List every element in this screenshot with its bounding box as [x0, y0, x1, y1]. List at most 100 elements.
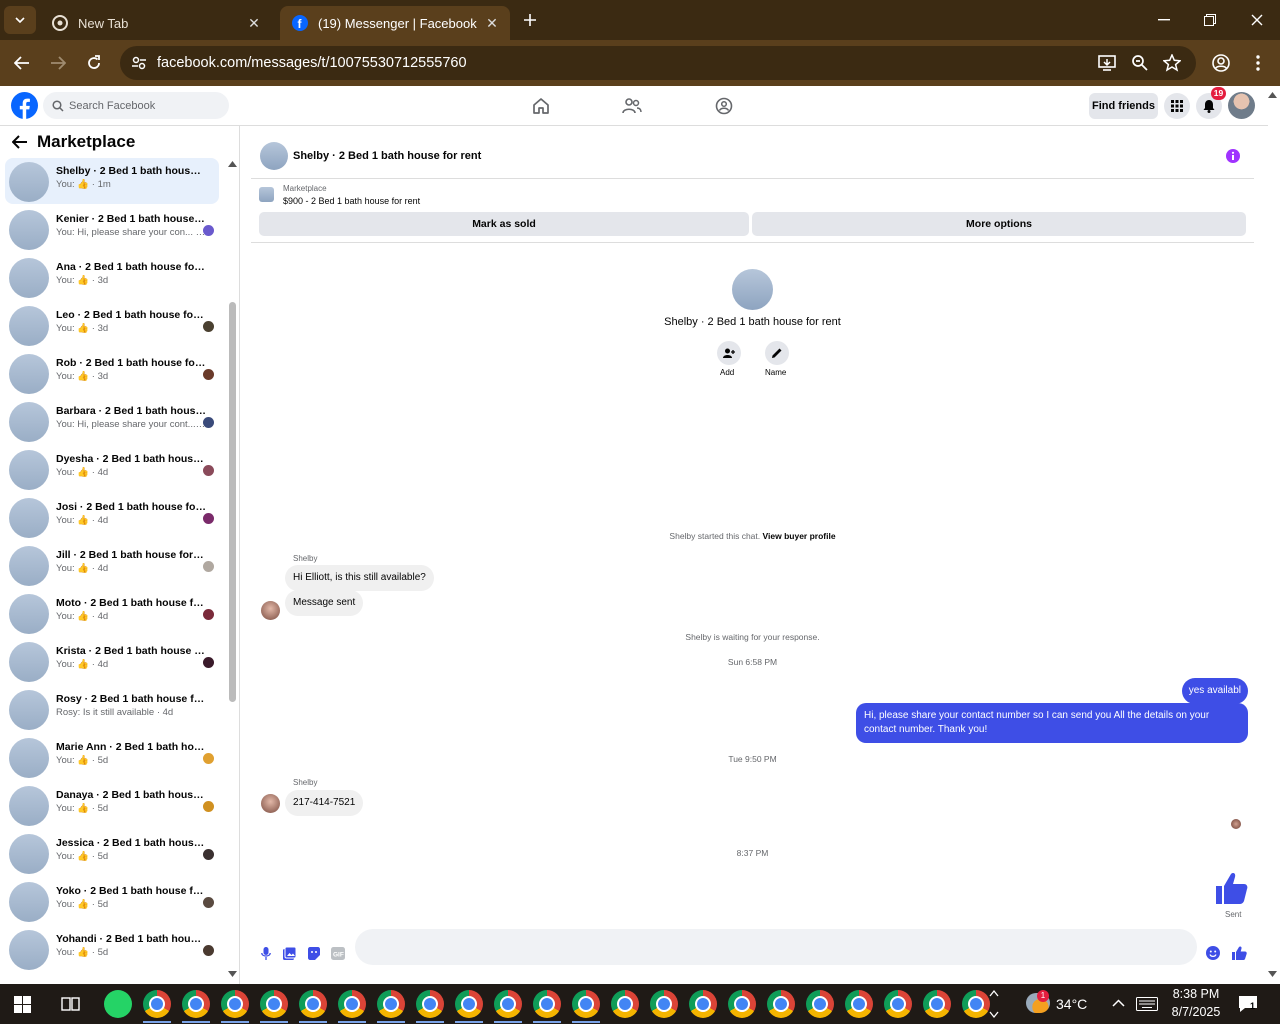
view-buyer-profile-link[interactable]: View buyer profile	[763, 531, 836, 541]
outgoing-message[interactable]: yes availabl	[1181, 678, 1248, 704]
chrome-profile-icon[interactable]	[221, 990, 249, 1018]
sender-avatar[interactable]	[261, 794, 280, 813]
gif-icon[interactable]: GIF	[331, 947, 345, 960]
site-settings-icon[interactable]	[131, 55, 147, 71]
chrome-profile-icon[interactable]	[845, 990, 873, 1018]
profile-avatar[interactable]	[732, 269, 773, 310]
friends-icon[interactable]	[622, 97, 642, 115]
scroll-down-icon[interactable]	[228, 971, 237, 977]
microphone-icon[interactable]	[261, 947, 271, 960]
outgoing-message[interactable]: Hi, please share your contact number so …	[856, 703, 1248, 743]
back-arrow-icon[interactable]	[12, 135, 28, 149]
keyboard-icon[interactable]	[1136, 997, 1158, 1011]
chrome-profile-icon[interactable]	[416, 990, 444, 1018]
groups-icon[interactable]	[715, 97, 733, 115]
browser-menu-button[interactable]	[1240, 45, 1276, 81]
new-tab-button[interactable]	[512, 0, 548, 40]
chrome-profile-icon[interactable]	[299, 990, 327, 1018]
chrome-profile-icon[interactable]	[767, 990, 795, 1018]
tab-messenger[interactable]: f (19) Messenger | Facebook ✕	[280, 6, 510, 40]
chrome-profile-icon[interactable]	[182, 990, 210, 1018]
bookmark-star-icon[interactable]	[1163, 54, 1181, 72]
search-input[interactable]: Search Facebook	[43, 92, 229, 119]
facebook-logo-icon[interactable]	[11, 92, 38, 119]
photo-icon[interactable]	[283, 947, 296, 960]
chrome-profile-icon[interactable]	[143, 990, 171, 1018]
chrome-profile-icon[interactable]	[377, 990, 405, 1018]
chrome-profile-icon[interactable]	[260, 990, 288, 1018]
add-people-button[interactable]	[717, 341, 741, 365]
conversation-item[interactable]: Barbara · 2 Bed 1 bath house for rent You…	[5, 398, 219, 444]
conversation-item[interactable]: Shelby · 2 Bed 1 bath house for rent You:…	[5, 158, 219, 204]
page-scroll-down-icon[interactable]	[1268, 971, 1277, 977]
conversation-item[interactable]: Kenier · 2 Bed 1 bath house for rent You:…	[5, 206, 219, 252]
chrome-profile-icon[interactable]	[494, 990, 522, 1018]
conversation-item[interactable]: Dyesha · 2 Bed 1 bath house for rent You:…	[5, 446, 219, 492]
zoom-icon[interactable]	[1131, 54, 1149, 72]
more-options-button[interactable]: More options	[752, 212, 1246, 236]
sender-avatar[interactable]	[261, 601, 280, 620]
info-icon[interactable]	[1226, 149, 1240, 163]
chrome-profile-icon[interactable]	[923, 990, 951, 1018]
conversation-item[interactable]: Yohandi · 2 Bed 1 bath house for rent You…	[5, 926, 219, 972]
whatsapp-icon[interactable]	[104, 990, 132, 1018]
chrome-profile-icon[interactable]	[338, 990, 366, 1018]
chrome-profile-icon[interactable]	[689, 990, 717, 1018]
chrome-profile-icon[interactable]	[533, 990, 561, 1018]
conversation-item[interactable]: Yoko · 2 Bed 1 bath house for rent You: 👍…	[5, 878, 219, 924]
install-app-icon[interactable]	[1098, 54, 1116, 72]
address-bar[interactable]: facebook.com/messages/t/1007553071255576…	[120, 46, 1196, 80]
restore-button[interactable]	[1187, 0, 1233, 40]
thumbs-up-sticker-icon[interactable]	[1214, 871, 1248, 905]
conversation-item[interactable]: Marie Ann · 2 Bed 1 bath house for rent Y…	[5, 734, 219, 780]
conversation-item[interactable]: Ana · 2 Bed 1 bath house for rent You: 👍 …	[5, 254, 219, 300]
windows-start-icon[interactable]	[14, 996, 31, 1013]
conversation-item[interactable]: Krista · 2 Bed 1 bath house for rent You:…	[5, 638, 219, 684]
conversation-item[interactable]: Rob · 2 Bed 1 bath house for rent You: 👍 …	[5, 350, 219, 396]
chrome-profile-icon[interactable]	[650, 990, 678, 1018]
chrome-profile-icon[interactable]	[728, 990, 756, 1018]
chrome-profile-icon[interactable]	[572, 990, 600, 1018]
incoming-message[interactable]: Message sent	[285, 590, 364, 616]
minimize-button[interactable]	[1141, 0, 1187, 40]
show-hidden-icons-icon[interactable]	[1112, 999, 1125, 1007]
emoji-icon[interactable]	[1206, 946, 1220, 960]
conversation-item[interactable]: Moto · 2 Bed 1 bath house for rent You: 👍…	[5, 590, 219, 636]
home-icon[interactable]	[532, 97, 550, 115]
like-button-icon[interactable]	[1232, 946, 1247, 960]
page-scroll-up-icon[interactable]	[1268, 92, 1277, 98]
sticker-icon[interactable]	[307, 947, 320, 960]
listing-thumbnail[interactable]	[260, 142, 288, 170]
name-chat-button[interactable]	[765, 341, 789, 365]
account-avatar[interactable]	[1228, 92, 1255, 119]
notifications-button[interactable]: 19	[1196, 87, 1226, 119]
clock-date[interactable]: 8/7/2025	[1165, 1005, 1227, 1019]
tray-scroll-icon[interactable]	[989, 988, 999, 1020]
chrome-profile-icon[interactable]	[962, 990, 990, 1018]
chrome-profile-icon[interactable]	[884, 990, 912, 1018]
weather-icon[interactable]: 1	[1026, 990, 1050, 1013]
conversation-item[interactable]: Danaya · 2 Bed 1 bath house for rent You:…	[5, 782, 219, 828]
conversation-item[interactable]: Leo · 2 Bed 1 bath house for rent You: 👍 …	[5, 302, 219, 348]
conversation-item[interactable]: Rosy · 2 Bed 1 bath house for rent Rosy: …	[5, 686, 219, 732]
incoming-message[interactable]: 217-414-7521	[285, 790, 364, 816]
clock-time[interactable]: 8:38 PM	[1165, 987, 1227, 1001]
chrome-profile-icon[interactable]	[611, 990, 639, 1018]
task-view-icon[interactable]	[61, 995, 80, 1013]
mark-as-sold-button[interactable]: Mark as sold	[259, 212, 749, 236]
chat-title[interactable]: Shelby · 2 Bed 1 bath house for rent	[293, 150, 481, 162]
listing-image[interactable]	[259, 187, 274, 202]
conversation-item[interactable]: Josi · 2 Bed 1 bath house for rent You: 👍…	[5, 494, 219, 540]
tab-search-button[interactable]	[4, 6, 36, 34]
chrome-profile-icon[interactable]	[455, 990, 483, 1018]
find-friends-button[interactable]: Find friends	[1089, 93, 1158, 119]
reload-button[interactable]	[76, 45, 112, 81]
menu-button[interactable]	[1164, 93, 1190, 119]
incoming-message[interactable]: Hi Elliott, is this still available?	[285, 565, 434, 591]
list-scrollbar[interactable]	[229, 302, 236, 702]
back-button[interactable]	[4, 45, 40, 81]
close-window-button[interactable]	[1234, 0, 1280, 40]
message-input[interactable]	[355, 929, 1197, 965]
profile-button[interactable]	[1203, 45, 1239, 81]
forward-button[interactable]	[40, 45, 76, 81]
